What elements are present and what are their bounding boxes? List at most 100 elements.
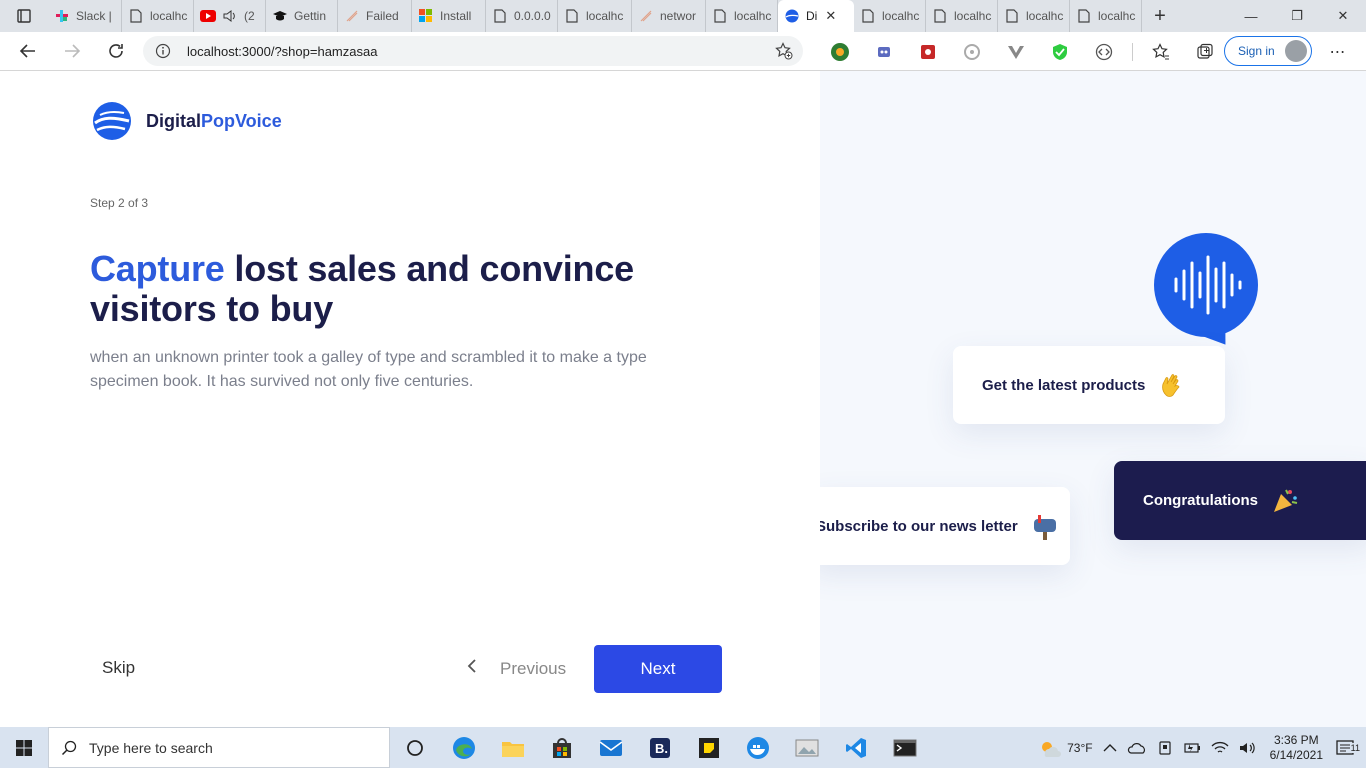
tab-label: Install <box>440 9 472 23</box>
extension-code-icon[interactable] <box>1082 34 1126 70</box>
party-popper-icon <box>1270 486 1300 516</box>
extension-red-icon[interactable] <box>906 34 950 70</box>
sound-wave-icon <box>1174 255 1242 315</box>
page-icon <box>564 8 580 24</box>
tab-label: networ <box>660 9 697 23</box>
photos-app-icon[interactable] <box>782 727 831 768</box>
add-favorite-icon[interactable] <box>775 42 793 65</box>
notifications-button[interactable]: 11 <box>1331 739 1366 757</box>
tab-5[interactable]: Install <box>412 0 486 32</box>
extension-robot-icon[interactable] <box>862 34 906 70</box>
mail-icon[interactable] <box>586 727 635 768</box>
show-hidden-icons[interactable] <box>1098 743 1122 753</box>
tab-4[interactable]: Failed <box>338 0 412 32</box>
start-button[interactable] <box>0 727 48 768</box>
tab-13[interactable]: localhc <box>998 0 1070 32</box>
microsoft-store-icon[interactable] <box>537 727 586 768</box>
sticky-notes-icon[interactable] <box>684 727 733 768</box>
page-title: Capture lost sales and convince visitors… <box>90 249 690 329</box>
sign-in-button[interactable]: Sign in <box>1224 36 1312 66</box>
skip-button[interactable]: Skip <box>102 658 135 678</box>
file-explorer-icon[interactable] <box>488 727 537 768</box>
toolbar-divider <box>1132 42 1133 61</box>
speaker-icon[interactable] <box>222 8 238 24</box>
tab-actions-button[interactable] <box>0 0 48 32</box>
minimize-button[interactable]: — <box>1228 0 1274 32</box>
extensions-row <box>818 32 1227 71</box>
tab-label: localhc <box>954 9 992 23</box>
battery-icon[interactable] <box>1178 741 1206 755</box>
digitalpopvoice-logo-icon <box>93 102 131 140</box>
waving-hand-icon <box>1157 370 1187 400</box>
tab-8[interactable]: networ <box>632 0 706 32</box>
chevron-up-icon <box>1103 743 1117 751</box>
weather-widget[interactable]: 73°F <box>1034 739 1097 757</box>
docker-icon[interactable] <box>733 727 782 768</box>
extension-globe-icon[interactable] <box>818 34 862 70</box>
onedrive-icon[interactable] <box>1122 741 1152 755</box>
card-congratulations: Congratulations <box>1114 461 1366 540</box>
tab-10[interactable]: Di ✕ <box>778 0 854 32</box>
graduation-cap-icon <box>272 8 288 24</box>
logo: DigitalPopVoice <box>92 101 282 141</box>
url-text: localhost:3000/?shop=hamzasaa <box>187 43 378 59</box>
tab-label: localhc <box>882 9 920 23</box>
wifi-icon[interactable] <box>1206 741 1234 755</box>
restore-button[interactable]: ❐ <box>1274 0 1320 32</box>
volume-icon[interactable] <box>1234 741 1262 755</box>
info-icon[interactable] <box>155 43 171 59</box>
browser-toolbar: localhost:3000/?shop=hamzasaa Sign in ⋯ <box>0 32 1366 71</box>
terminal-icon[interactable] <box>880 727 929 768</box>
tab-label: (2 <box>244 9 255 23</box>
git-icon <box>638 8 654 24</box>
collections-icon[interactable] <box>1183 34 1227 70</box>
extension-grey-circle-icon[interactable] <box>950 34 994 70</box>
tab-7[interactable]: localhc <box>558 0 632 32</box>
digitalpopvoice-icon <box>784 8 800 24</box>
previous-button[interactable]: Previous <box>466 658 566 679</box>
tab-12[interactable]: localhc <box>926 0 998 32</box>
back-button[interactable] <box>6 33 50 69</box>
page-icon <box>932 8 948 24</box>
clock-time: 3:36 PM <box>1273 732 1319 747</box>
refresh-button[interactable] <box>94 33 138 69</box>
vscode-icon[interactable] <box>831 727 880 768</box>
page-icon <box>860 8 876 24</box>
tab-6[interactable]: 0.0.0.0 <box>486 0 558 32</box>
step-indicator: Step 2 of 3 <box>90 196 149 210</box>
new-tab-button[interactable]: + <box>1142 0 1178 32</box>
edge-app-icon[interactable] <box>439 727 488 768</box>
weather-temp: 73°F <box>1067 740 1093 755</box>
forward-button[interactable] <box>50 33 94 69</box>
tab-3[interactable]: Gettin <box>266 0 338 32</box>
left-pane: DigitalPopVoice Step 2 of 3 Capture lost… <box>0 71 820 727</box>
cortana-icon[interactable] <box>390 727 439 768</box>
headline-accent: Capture <box>90 248 225 289</box>
tab-0[interactable]: Slack | <box>48 0 122 32</box>
tab-11[interactable]: localhc <box>854 0 926 32</box>
tab-1[interactable]: localhc <box>122 0 194 32</box>
close-tab-icon[interactable]: ✕ <box>825 8 836 24</box>
taskbar-search[interactable]: Type here to search <box>48 727 390 768</box>
next-button[interactable]: Next <box>594 645 722 693</box>
tab-9[interactable]: localhc <box>706 0 778 32</box>
search-placeholder: Type here to search <box>89 739 213 756</box>
extension-vue-icon[interactable] <box>994 34 1038 70</box>
close-window-button[interactable]: ✕ <box>1320 0 1366 32</box>
back-arrow-icon <box>19 44 35 58</box>
tab-label: localhc <box>734 9 772 23</box>
settings-menu-button[interactable]: ⋯ <box>1322 32 1354 71</box>
tab-14[interactable]: localhc <box>1070 0 1142 32</box>
svg-text:B.: B. <box>655 741 668 756</box>
slack-icon <box>54 8 70 24</box>
clock[interactable]: 3:36 PM 6/14/2021 <box>1262 733 1331 763</box>
b-app-icon[interactable]: B. <box>635 727 684 768</box>
tab-2[interactable]: (2 <box>194 0 266 32</box>
illustration-pane: Get the latest products Subscribe to our… <box>820 71 1366 727</box>
favorites-icon[interactable] <box>1139 34 1183 70</box>
previous-label: Previous <box>500 658 567 678</box>
chevron-left-icon <box>466 658 478 679</box>
extension-shield-icon[interactable] <box>1038 34 1082 70</box>
address-bar[interactable]: localhost:3000/?shop=hamzasaa <box>143 36 803 66</box>
device-icon[interactable] <box>1152 740 1178 756</box>
